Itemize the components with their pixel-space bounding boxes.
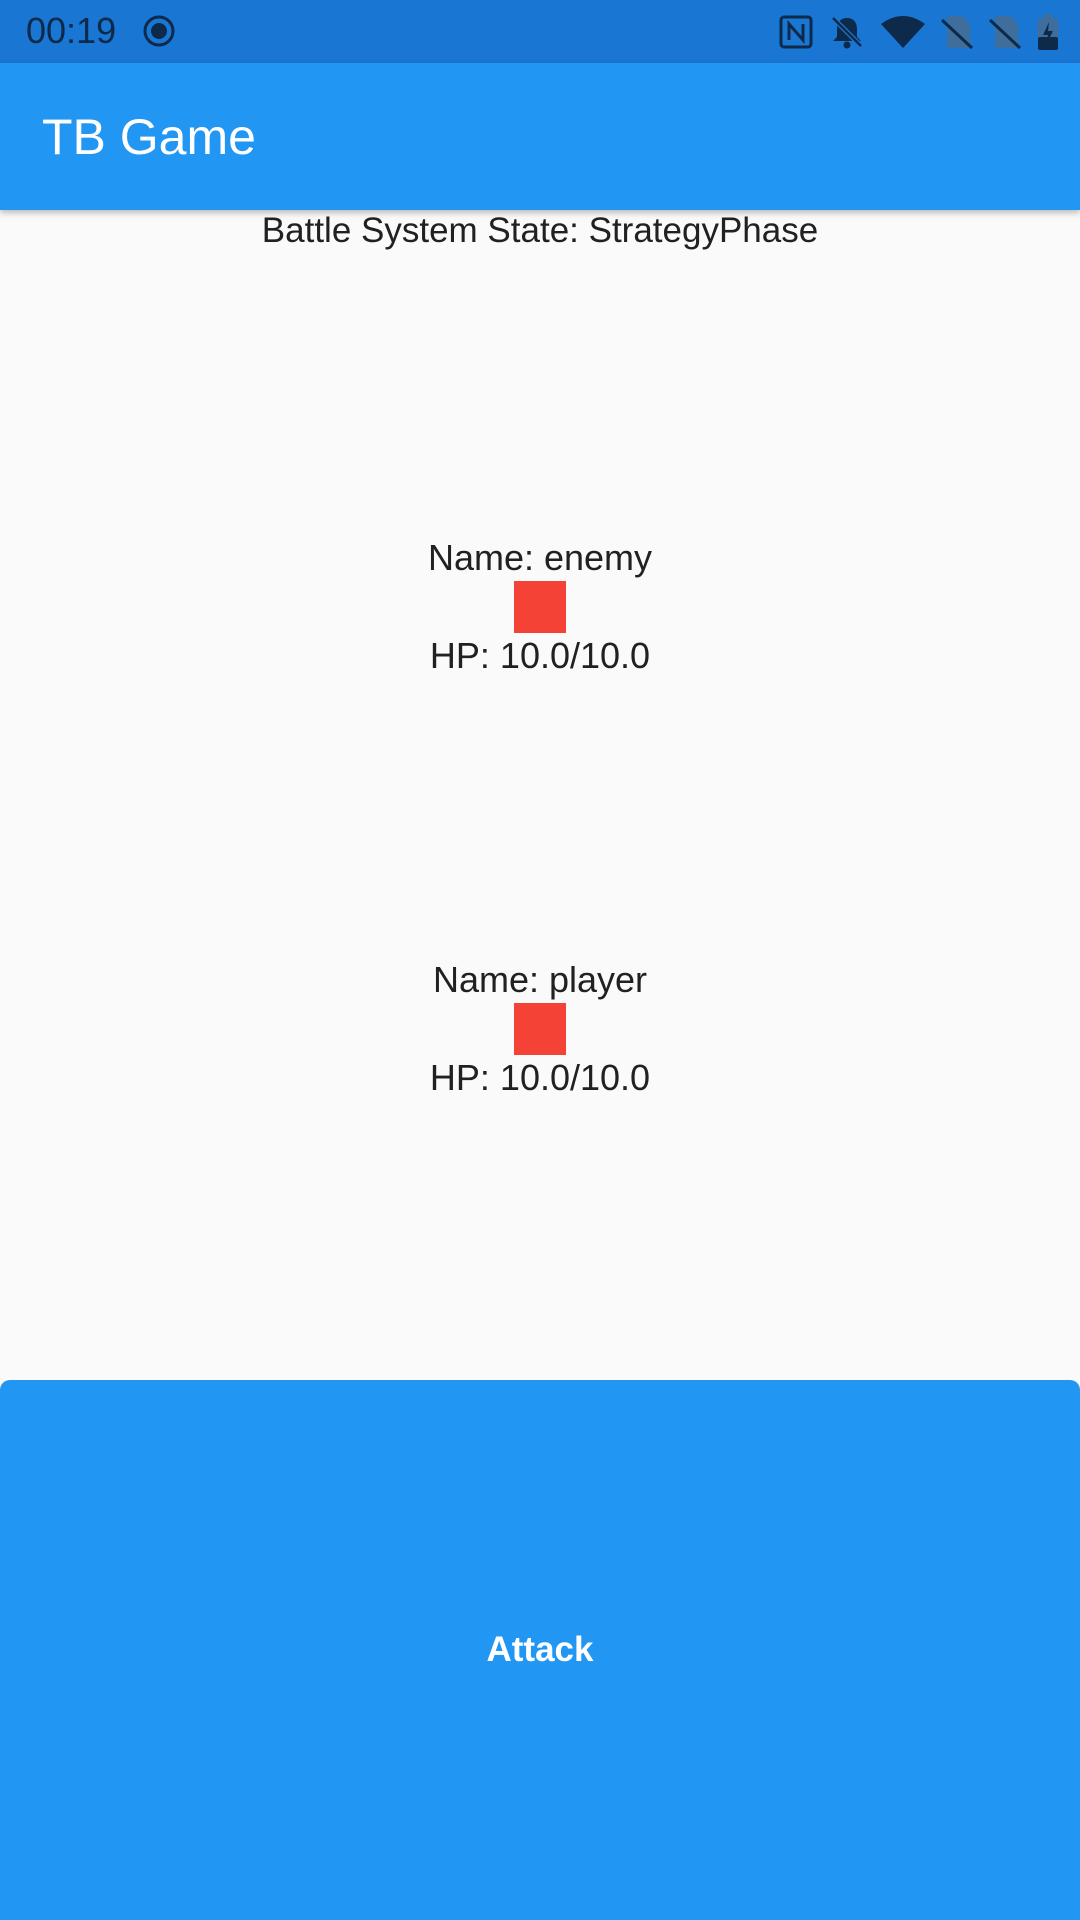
app-title: TB Game [42,109,256,165]
notifications-off-icon [828,14,866,50]
battle-state-text: Battle System State: StrategyPhase [261,211,819,250]
no-sim-icon [988,14,1022,50]
attack-button-label: Attack [486,1630,594,1669]
status-icons [778,10,1060,54]
player-card: Name: player HP: 10.0/10.0 [0,957,1080,1101]
attack-button[interactable]: Attack [0,1380,1080,1920]
player-hp: HP: 10.0/10.0 [429,1057,651,1098]
record-icon [142,14,176,48]
wifi-icon [880,14,926,50]
app-bar: TB Game [0,63,1080,210]
enemy-sprite [514,581,566,633]
enemy-hp: HP: 10.0/10.0 [429,635,651,676]
battery-charging-icon [1036,13,1060,51]
status-bar: 00:19 [0,0,1080,63]
enemy-card: Name: enemy HP: 10.0/10.0 [0,535,1080,679]
no-sim-icon [940,14,974,50]
player-sprite [514,1003,566,1055]
enemy-name: Name: enemy [427,537,653,578]
player-name: Name: player [432,959,648,1000]
nfc-icon [778,14,814,50]
status-time: 00:19 [26,10,117,51]
